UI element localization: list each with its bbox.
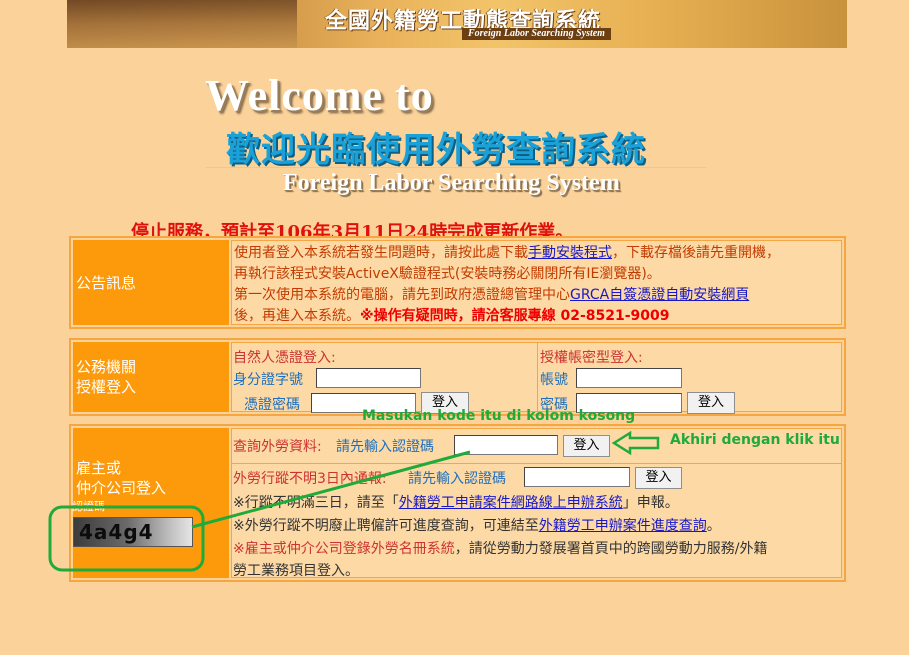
- captcha-to-input-line: [191, 450, 471, 529]
- tutorial-overlay: [48, 430, 660, 572]
- captcha-highlight-ring: [48, 505, 205, 572]
- left-arrow-icon: [611, 430, 660, 456]
